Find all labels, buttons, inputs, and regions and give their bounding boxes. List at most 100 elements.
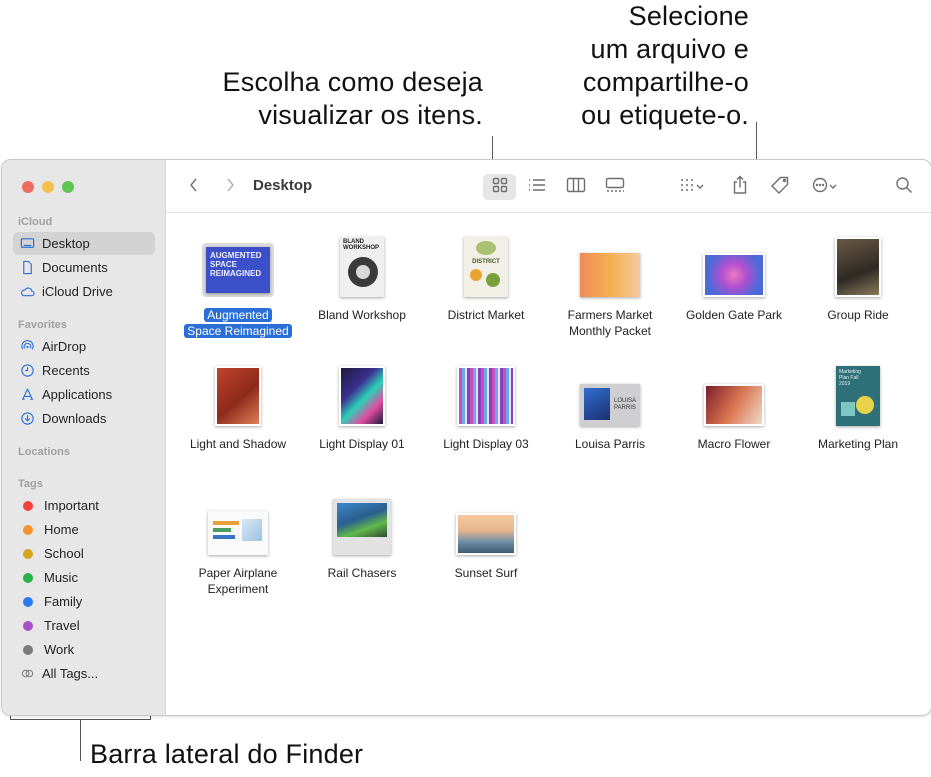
callout-line: Escolha como deseja (222, 67, 483, 97)
file-thumbnail (424, 489, 548, 555)
file-thumbnail (424, 360, 548, 426)
sidebar-item-documents[interactable]: Documents (13, 256, 155, 279)
sidebar-all-tags[interactable]: All Tags... (13, 662, 155, 685)
tag-button[interactable] (766, 174, 794, 200)
file-item-bland-workshop[interactable]: BLAND WORKSHOP Bland Workshop (300, 231, 424, 323)
photo-thumbnail (339, 366, 385, 426)
sidebar-tag-work[interactable]: Work (13, 638, 155, 661)
file-name: Group Ride (827, 308, 889, 322)
zoom-window-button[interactable] (62, 181, 74, 193)
forward-button[interactable] (220, 174, 240, 200)
file-item-golden-gate-park[interactable]: Golden Gate Park (672, 231, 796, 323)
poster-thumbnail: DISTRICT (464, 237, 508, 297)
cloud-icon (19, 284, 35, 300)
callout-sidebar: Barra lateral do Finder (90, 739, 364, 769)
sidebar-tag-family[interactable]: Family (13, 590, 155, 613)
file-item-macro-flower[interactable]: Macro Flower (672, 360, 796, 452)
file-name: Farmers Market Monthly Packet (548, 307, 672, 339)
file-grid: AUGMENTED SPACE REIMAGINED Augmented Spa… (166, 213, 931, 715)
file-thumbnail (176, 489, 300, 555)
sidebar-item-label: Recents (42, 363, 90, 378)
tag-color-dot (23, 500, 33, 511)
group-grid-icon (679, 178, 695, 197)
leaf-shape (476, 241, 496, 255)
video-frame (337, 503, 387, 537)
icon-view-button[interactable] (483, 174, 516, 200)
tag-icon (770, 175, 790, 200)
callout-view-options: Escolha como deseja visualizar os itens. (180, 66, 483, 132)
minimize-window-button[interactable] (42, 181, 54, 193)
file-thumbnail (300, 489, 424, 555)
file-name: Sunset Surf (454, 566, 518, 580)
applications-icon (19, 387, 35, 403)
file-thumbnail: AUGMENTED SPACE REIMAGINED (176, 231, 300, 297)
file-name-line: Space Reimagined (184, 324, 292, 338)
sidebar-item-applications[interactable]: Applications (13, 383, 155, 406)
file-name: Bland Workshop (318, 308, 406, 322)
sidebar-tag-home[interactable]: Home (13, 518, 155, 541)
sidebar-item-icloud-drive[interactable]: iCloud Drive (13, 280, 155, 303)
file-item-marketing-plan[interactable]: Marketing Plan Fall 2019 Marketing Plan (796, 360, 920, 452)
sidebar-item-label: Home (44, 522, 79, 537)
file-name-line: Augmented (204, 308, 272, 322)
document-thumbnail: LOUISA PARRIS (580, 384, 640, 426)
sidebar-tag-music[interactable]: Music (13, 566, 155, 589)
close-window-button[interactable] (22, 181, 34, 193)
tag-color-dot (23, 644, 33, 655)
sidebar-tag-important[interactable]: Important (13, 494, 155, 517)
record-label (356, 265, 370, 279)
gallery-view-button[interactable] (598, 174, 631, 200)
file-item-paper-airplane[interactable]: Paper Airplane Experiment (176, 489, 300, 597)
selection-highlight: AUGMENTED SPACE REIMAGINED (202, 243, 274, 297)
sidebar-item-downloads[interactable]: Downloads (13, 407, 155, 430)
list-icon (528, 178, 546, 197)
file-item-light-and-shadow[interactable]: Light and Shadow (176, 360, 300, 452)
share-button[interactable] (727, 174, 753, 200)
file-name-line: Paper Airplane (198, 566, 278, 580)
sidebar-section-tags: Tags (18, 478, 43, 490)
back-button[interactable] (184, 174, 204, 200)
search-button[interactable] (892, 174, 916, 200)
thumb-text: REIMAGINED (210, 269, 262, 278)
file-item-light-display-03[interactable]: Light Display 03 (424, 360, 548, 452)
file-item-augmented[interactable]: AUGMENTED SPACE REIMAGINED Augmented Spa… (176, 231, 300, 339)
file-thumbnail (176, 360, 300, 426)
file-item-group-ride[interactable]: Group Ride (796, 231, 920, 323)
photo-thumbnail (703, 253, 765, 297)
file-item-sunset-surf[interactable]: Sunset Surf (424, 489, 548, 581)
sidebar-item-label: Travel (44, 618, 80, 633)
document-thumbnail (208, 511, 268, 555)
file-item-light-display-01[interactable]: Light Display 01 (300, 360, 424, 452)
file-item-farmers-market[interactable]: Farmers Market Monthly Packet (548, 231, 672, 339)
callout-line: ou etiquete-o. (581, 100, 749, 130)
file-thumbnail (548, 231, 672, 297)
sidebar-item-label: All Tags... (42, 666, 99, 681)
callout-share-tag: Selecione um arquivo e compartilhe-o ou … (520, 0, 749, 132)
file-name: Light and Shadow (189, 437, 287, 451)
group-by-button[interactable] (672, 174, 712, 200)
all-tags-icon (19, 666, 35, 682)
callout-line: Selecione (628, 1, 749, 31)
chart-bar (213, 528, 231, 532)
file-item-rail-chasers[interactable]: Rail Chasers (300, 489, 424, 581)
tag-color-dot (23, 524, 33, 535)
action-menu-button[interactable] (806, 174, 844, 200)
column-view-button[interactable] (559, 174, 592, 200)
sidebar-item-airdrop[interactable]: AirDrop (13, 335, 155, 358)
file-name: Paper Airplane Experiment (176, 565, 300, 597)
list-view-button[interactable] (520, 174, 553, 200)
chevron-left-icon (189, 177, 199, 198)
sidebar-item-recents[interactable]: Recents (13, 359, 155, 382)
search-icon (895, 176, 913, 199)
sidebar-item-desktop[interactable]: Desktop (13, 232, 155, 255)
file-name: Light Display 03 (443, 437, 529, 451)
file-item-louisa-parris[interactable]: LOUISA PARRIS Louisa Parris (548, 360, 672, 452)
presentation-thumbnail: AUGMENTED SPACE REIMAGINED (206, 247, 270, 293)
file-item-district-market[interactable]: DISTRICT District Market (424, 231, 548, 323)
ellipsis-circle-icon (812, 177, 828, 198)
sidebar-tag-travel[interactable]: Travel (13, 614, 155, 637)
sidebar-tag-school[interactable]: School (13, 542, 155, 565)
sidebar-item-label: Work (44, 642, 75, 657)
file-name-line: Experiment (207, 582, 269, 596)
thumb-text: BLAND WORKSHOP (343, 239, 379, 251)
